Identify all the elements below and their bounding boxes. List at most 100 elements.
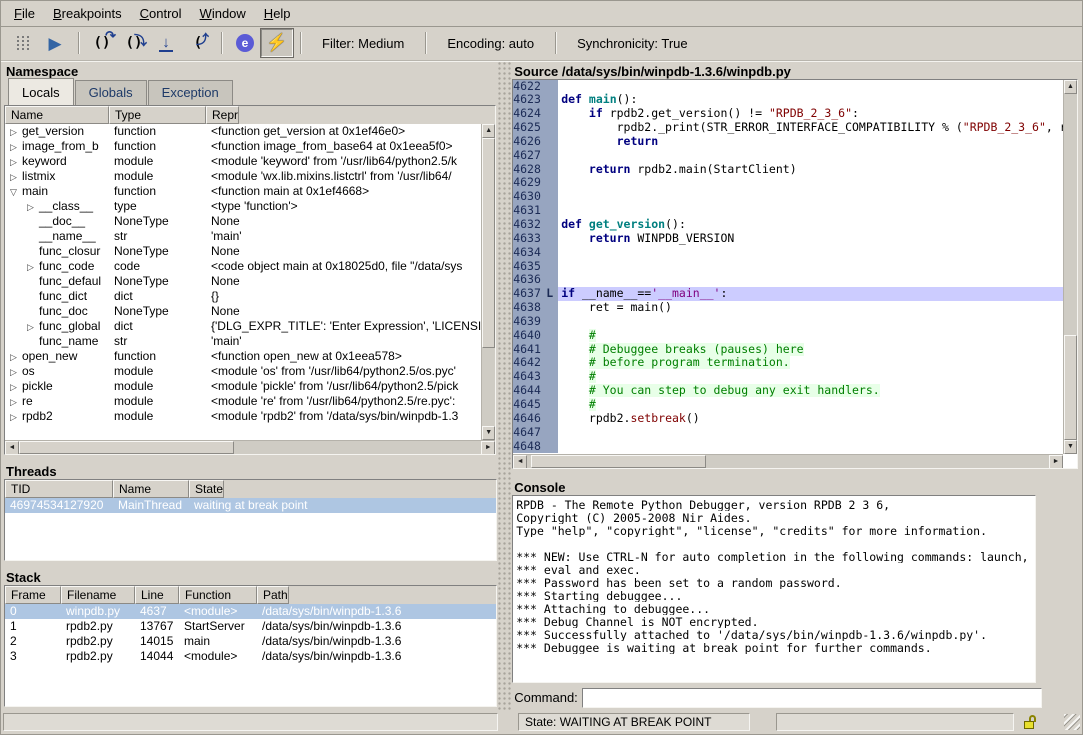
code-line[interactable]: 4640 #: [513, 329, 1063, 343]
column-header-repr[interactable]: Repr: [206, 106, 239, 124]
tree-collapse-arrow-icon[interactable]: ▽: [10, 187, 22, 198]
scroll-down-arrow[interactable]: ▼: [1064, 440, 1077, 454]
column-header-frame[interactable]: Frame: [5, 586, 61, 604]
tab-locals[interactable]: Locals: [8, 78, 74, 105]
namespace-row[interactable]: __doc__NoneTypeNone: [5, 214, 481, 229]
code-line[interactable]: 4645 #: [513, 398, 1063, 412]
tree-expand-arrow-icon[interactable]: ▷: [10, 142, 22, 153]
source-vscrollbar[interactable]: ▲ ▼: [1063, 80, 1077, 454]
scroll-right-arrow[interactable]: ►: [481, 441, 495, 455]
go-button[interactable]: ▶: [39, 29, 71, 57]
namespace-row[interactable]: ▷__class__type<type 'function'>: [5, 199, 481, 214]
step-over-button[interactable]: ()↷: [86, 29, 118, 57]
tab-globals[interactable]: Globals: [75, 80, 147, 105]
tree-expand-arrow-icon[interactable]: ▷: [27, 322, 39, 333]
column-header-filename[interactable]: Filename: [61, 586, 135, 604]
scroll-thumb[interactable]: [482, 138, 495, 348]
vertical-splitter[interactable]: [497, 61, 512, 711]
code-line[interactable]: 4635: [513, 260, 1063, 274]
tree-expand-arrow-icon[interactable]: ▷: [10, 157, 22, 168]
run-to-line-button[interactable]: (⤴: [182, 29, 214, 57]
code-line[interactable]: 4628 return rpdb2.main(StartClient): [513, 163, 1063, 177]
thread-row[interactable]: 46974534127920MainThreadwaiting at break…: [5, 498, 496, 513]
scroll-down-arrow[interactable]: ▼: [482, 426, 495, 440]
scroll-track[interactable]: [527, 455, 1049, 468]
namespace-row[interactable]: func_closurNoneTypeNone: [5, 244, 481, 259]
stack-frame-row[interactable]: 0winpdb.py4637<module>/data/sys/bin/winp…: [5, 604, 496, 619]
scroll-thumb[interactable]: [531, 455, 706, 468]
step-return-button[interactable]: ↓: [150, 29, 182, 57]
encoding-button[interactable]: e: [229, 29, 261, 57]
stack-frame-row[interactable]: 1rpdb2.py13767StartServer/data/sys/bin/w…: [5, 619, 496, 634]
tree-expand-arrow-icon[interactable]: ▷: [10, 382, 22, 393]
console-output[interactable]: RPDB - The Remote Python Debugger, versi…: [512, 495, 1036, 683]
tree-expand-arrow-icon[interactable]: ▷: [10, 397, 22, 408]
code-line[interactable]: 4630: [513, 190, 1063, 204]
menu-item-help[interactable]: Help: [255, 2, 300, 25]
namespace-row[interactable]: ▷func_globaldict{'DLG_EXPR_TITLE': 'Ente…: [5, 319, 481, 334]
namespace-row[interactable]: __name__str'main': [5, 229, 481, 244]
namespace-row[interactable]: func_dictdict{}: [5, 289, 481, 304]
scroll-thumb[interactable]: [19, 441, 234, 454]
code-line[interactable]: 4648: [513, 440, 1063, 454]
namespace-row[interactable]: ▷image_from_bfunction<function image_fro…: [5, 139, 481, 154]
menu-item-breakpoints[interactable]: Breakpoints: [44, 2, 131, 25]
source-editor[interactable]: 46224623def main():4624 if rpdb2.get_ver…: [512, 79, 1078, 469]
break-button[interactable]: [7, 29, 39, 57]
code-line[interactable]: 4633 return WINPDB_VERSION: [513, 232, 1063, 246]
namespace-vscrollbar[interactable]: ▲ ▼: [481, 124, 495, 440]
code-line[interactable]: 4625 rpdb2._print(STR_ERROR_INTERFACE_CO…: [513, 121, 1063, 135]
code-line[interactable]: 4634: [513, 246, 1063, 260]
code-line[interactable]: 4646 rpdb2.setbreak(): [513, 412, 1063, 426]
code-line[interactable]: 4642 # before program termination.: [513, 356, 1063, 370]
scroll-left-arrow[interactable]: ◄: [513, 455, 527, 469]
code-line[interactable]: 4623def main():: [513, 93, 1063, 107]
namespace-row[interactable]: func_defaulNoneTypeNone: [5, 274, 481, 289]
namespace-row[interactable]: ▷open_newfunction<function open_new at 0…: [5, 349, 481, 364]
scroll-left-arrow[interactable]: ◄: [5, 441, 19, 455]
scroll-thumb[interactable]: [1064, 335, 1077, 440]
tree-expand-arrow-icon[interactable]: ▷: [27, 262, 39, 273]
code-line[interactable]: 4622: [513, 80, 1063, 94]
column-header-path[interactable]: Path: [257, 586, 289, 604]
namespace-hscrollbar[interactable]: ◄ ►: [5, 440, 495, 454]
command-input[interactable]: [582, 688, 1042, 708]
column-header-name[interactable]: Name: [5, 106, 109, 124]
code-line[interactable]: 4639: [513, 315, 1063, 329]
tree-expand-arrow-icon[interactable]: ▷: [10, 352, 22, 363]
column-header-tid[interactable]: TID: [5, 480, 113, 498]
tree-expand-arrow-icon[interactable]: ▷: [27, 202, 39, 213]
tree-expand-arrow-icon[interactable]: ▷: [10, 172, 22, 183]
tree-expand-arrow-icon[interactable]: ▷: [10, 412, 22, 423]
namespace-row[interactable]: ▷picklemodule<module 'pickle' from '/usr…: [5, 379, 481, 394]
stack-frame-row[interactable]: 3rpdb2.py14044<module>/data/sys/bin/winp…: [5, 649, 496, 664]
scroll-up-arrow[interactable]: ▲: [1064, 80, 1077, 94]
scroll-track[interactable]: [482, 138, 495, 426]
step-into-button[interactable]: ()⤵: [118, 29, 150, 57]
tab-exception[interactable]: Exception: [148, 80, 233, 105]
sash[interactable]: [512, 469, 1078, 477]
tree-expand-arrow-icon[interactable]: ▷: [10, 127, 22, 138]
namespace-row[interactable]: ▷func_codecode<code object main at 0x180…: [5, 259, 481, 274]
menu-item-control[interactable]: Control: [131, 2, 191, 25]
column-header-name[interactable]: Name: [113, 480, 189, 498]
menu-item-file[interactable]: File: [5, 2, 44, 25]
scroll-right-arrow[interactable]: ►: [1049, 455, 1063, 469]
column-header-type[interactable]: Type: [109, 106, 206, 124]
synchronicity-toggle-button[interactable]: ⚡: [261, 29, 293, 57]
source-hscrollbar[interactable]: ◄ ►: [513, 454, 1063, 468]
code-line[interactable]: 4624 if rpdb2.get_version() != "RPDB_2_3…: [513, 107, 1063, 121]
namespace-row[interactable]: ▷osmodule<module 'os' from '/usr/lib64/p…: [5, 364, 481, 379]
column-header-function[interactable]: Function: [179, 586, 257, 604]
scroll-up-arrow[interactable]: ▲: [482, 124, 495, 138]
namespace-row[interactable]: ▷listmixmodule<module 'wx.lib.mixins.lis…: [5, 169, 481, 184]
menu-item-window[interactable]: Window: [191, 2, 255, 25]
code-line[interactable]: 4641 # Debuggee breaks (pauses) here: [513, 343, 1063, 357]
stack-frame-row[interactable]: 2rpdb2.py14015main/data/sys/bin/winpdb-1…: [5, 634, 496, 649]
column-header-state[interactable]: State: [189, 480, 224, 498]
code-line[interactable]: 4632def get_version():: [513, 218, 1063, 232]
code-line[interactable]: 4637Lif __name__=='__main__':: [513, 287, 1063, 301]
tree-expand-arrow-icon[interactable]: ▷: [10, 367, 22, 378]
code-line[interactable]: 4636: [513, 273, 1063, 287]
namespace-row[interactable]: ▷get_versionfunction<function get_versio…: [5, 124, 481, 139]
